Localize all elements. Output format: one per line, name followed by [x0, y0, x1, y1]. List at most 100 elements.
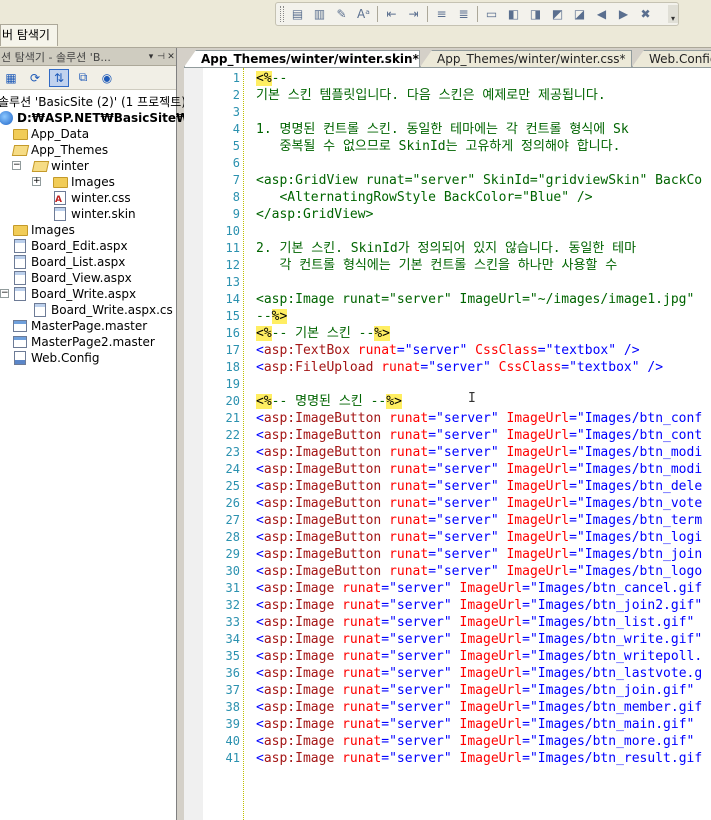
window-position-icon[interactable]: ▾	[146, 52, 156, 62]
code-editor[interactable]: 1 2 3 4 5 6 7 8 9 10 11 12 13 14 15 16 17 18 19 20 21 22 23 24 2…	[184, 67, 711, 820]
code-line[interactable]: <asp:Image runat="server" ImageUrl="~/im…	[256, 291, 702, 308]
code-line[interactable]: <asp:ImageButton runat="server" ImageUrl…	[256, 546, 702, 563]
code-line[interactable]: <asp:Image runat="server" ImageUrl="Imag…	[256, 750, 702, 767]
tree-item[interactable]: Board_View.aspx	[12, 270, 132, 286]
toggle-bookmark-icon[interactable]: ▭	[482, 5, 501, 23]
next-bookmark-icon[interactable]: ◨	[526, 5, 545, 23]
view-designer-icon[interactable]: ⧉	[73, 69, 93, 87]
prev-bookmark-folder-icon[interactable]: ◩	[548, 5, 567, 23]
code-line[interactable]: <asp:ImageButton runat="server" ImageUrl…	[256, 444, 702, 461]
code-token: ImageUrl	[506, 496, 570, 511]
tree-item[interactable]: + Images	[32, 174, 115, 190]
server-explorer-tab[interactable]: 버 탐색기	[0, 24, 58, 46]
auto-hide-pin-icon[interactable]: ⊣	[156, 52, 166, 62]
outdent-icon[interactable]: ⇤	[382, 5, 401, 23]
refresh-icon[interactable]: ⟳	[25, 69, 45, 87]
collapse-icon[interactable]: −	[12, 161, 21, 170]
code-line[interactable]: <%-- 기본 스킨 --%>	[256, 325, 390, 342]
expand-icon[interactable]: +	[32, 177, 41, 186]
code-line[interactable]: <asp:Image runat="server" ImageUrl="Imag…	[256, 699, 702, 716]
code-line[interactable]: <asp:Image runat="server" ImageUrl="Imag…	[256, 716, 702, 733]
code-line[interactable]: <asp:GridView runat="server" SkinId="gri…	[256, 172, 702, 189]
document-tab[interactable]: App_Themes/winter/winter.skin*	[184, 50, 420, 67]
tree-item[interactable]: − Board_Write.aspx	[0, 286, 136, 302]
prev-document-bookmark-icon[interactable]: ◀	[592, 5, 611, 23]
code-line[interactable]: <%--	[256, 70, 287, 87]
tree-item[interactable]: Awinter.css	[52, 190, 131, 206]
code-line[interactable]: <asp:ImageButton runat="server" ImageUrl…	[256, 478, 702, 495]
code-line[interactable]: </asp:GridView>	[256, 206, 373, 223]
prev-bookmark-icon[interactable]: ◧	[504, 5, 523, 23]
code-line[interactable]: 1. 명명된 컨트롤 스킨. 동일한 테마에는 각 컨트롤 형식에 Sk	[256, 121, 629, 138]
tree-item-label: Board_List.aspx	[31, 255, 126, 269]
format-cell-icon[interactable]: ▥	[310, 5, 329, 23]
document-tab[interactable]: Web.Config	[632, 50, 711, 67]
indent-icon[interactable]: ⇥	[404, 5, 423, 23]
tree-item[interactable]: Images	[12, 222, 75, 238]
code-line[interactable]: --%>	[256, 308, 288, 325]
tree-item[interactable]: D:₩ASP.NET₩BasicSite₩	[0, 110, 189, 126]
tree-item[interactable]: Board_Edit.aspx	[12, 238, 128, 254]
code-line[interactable]: <asp:Image runat="server" ImageUrl="Imag…	[256, 665, 702, 682]
tree-item[interactable]: MasterPage2.master	[12, 334, 155, 350]
tree-item[interactable]: Web.Config	[12, 350, 99, 366]
code-line[interactable]: <asp:Image runat="server" ImageUrl="Imag…	[256, 631, 702, 648]
font-size-icon[interactable]: Aᵃ	[354, 5, 373, 23]
code-token: asp:ImageButton	[263, 445, 382, 460]
collapse-icon[interactable]: −	[0, 289, 9, 298]
code-line[interactable]: <%-- 명명된 스킨 --%>	[256, 393, 402, 410]
tree-item[interactable]: Board_Write.aspx.cs	[32, 302, 173, 318]
code-line[interactable]: <asp:ImageButton runat="server" ImageUrl…	[256, 529, 702, 546]
code-line[interactable]: <asp:FileUpload runat="server" CssClass=…	[256, 359, 663, 376]
code-line[interactable]: <asp:ImageButton runat="server" ImageUrl…	[256, 512, 702, 529]
code-line[interactable]: <asp:ImageButton runat="server" ImageUrl…	[256, 461, 702, 478]
tree-item[interactable]: 솔루션 'BasicSite (2)' (1 프로젝트)	[0, 94, 186, 110]
next-document-bookmark-icon[interactable]: ▶	[614, 5, 633, 23]
nest-related-files-icon[interactable]: ⇅	[49, 68, 69, 87]
code-line[interactable]: <asp:ImageButton runat="server" ImageUrl…	[256, 427, 702, 444]
tree-item[interactable]: App_Themes	[11, 142, 108, 158]
code-line[interactable]: <asp:Image runat="server" ImageUrl="Imag…	[256, 580, 702, 597]
tree-item[interactable]: Board_List.aspx	[12, 254, 125, 270]
indicator-margin[interactable]	[184, 68, 203, 820]
next-bookmark-folder-icon[interactable]: ◪	[570, 5, 589, 23]
code-line[interactable]: <AlternatingRowStyle BackColor="Blue" />	[256, 189, 592, 206]
code-line[interactable]: <asp:Image runat="server" ImageUrl="Imag…	[256, 733, 702, 750]
line-number: 37	[225, 683, 240, 697]
code-line[interactable]: 2. 기본 스킨. SkinId가 정의되어 있지 않습니다. 동일한 테마	[256, 240, 636, 257]
code-line[interactable]: <asp:TextBox runat="server" CssClass="te…	[256, 342, 640, 359]
format-text-icon[interactable]: ✎	[332, 5, 351, 23]
asp-net-configuration-icon[interactable]: ◉	[97, 69, 117, 87]
properties-icon[interactable]: ▦	[1, 69, 21, 87]
line-number: 14	[225, 292, 240, 306]
code-line[interactable]: <asp:ImageButton runat="server" ImageUrl…	[256, 495, 702, 512]
toolbar-options-dropdown-icon[interactable]: ▾	[668, 5, 678, 23]
code-line[interactable]: <asp:Image runat="server" ImageUrl="Imag…	[256, 648, 702, 665]
code-line[interactable]: <asp:Image runat="server" ImageUrl="Imag…	[256, 614, 702, 631]
code-line[interactable]: 중복될 수 없으므로 SkinId는 고유하게 정의해야 합니다.	[256, 138, 620, 155]
code-line[interactable]: <asp:Image runat="server" ImageUrl="Imag…	[256, 597, 702, 614]
uncomment-icon[interactable]: ≣	[454, 5, 473, 23]
toolbar-grip[interactable]	[280, 6, 284, 22]
comment-icon[interactable]: ≡	[432, 5, 451, 23]
tree-item[interactable]: winter.skin	[52, 206, 136, 222]
code-token: %>	[271, 309, 288, 324]
clear-bookmarks-icon[interactable]: ✖	[636, 5, 655, 23]
format-table-icon[interactable]: ▤	[288, 5, 307, 23]
code-token: ImageUrl	[459, 581, 523, 596]
code-line[interactable]: <asp:Image runat="server" ImageUrl="Imag…	[256, 682, 702, 699]
code-line[interactable]: <asp:ImageButton runat="server" ImageUrl…	[256, 410, 702, 427]
tree-item[interactable]: − winter	[12, 158, 89, 174]
document-tab[interactable]: App_Themes/winter/winter.css*	[420, 50, 632, 67]
close-icon[interactable]: ✕	[166, 52, 176, 62]
code-line[interactable]: 기본 스킨 템플릿입니다. 다음 스킨은 예제로만 제공됩니다.	[256, 87, 606, 104]
tree-item[interactable]: App_Data	[12, 126, 89, 142]
tree-item[interactable]: MasterPage.master	[12, 318, 147, 334]
code-line[interactable]: 각 컨트롤 형식에는 기본 컨트롤 스킨을 하나만 사용할 수	[256, 257, 617, 274]
line-number: 22	[225, 428, 240, 442]
code-line[interactable]: <asp:ImageButton runat="server" ImageUrl…	[256, 563, 702, 580]
